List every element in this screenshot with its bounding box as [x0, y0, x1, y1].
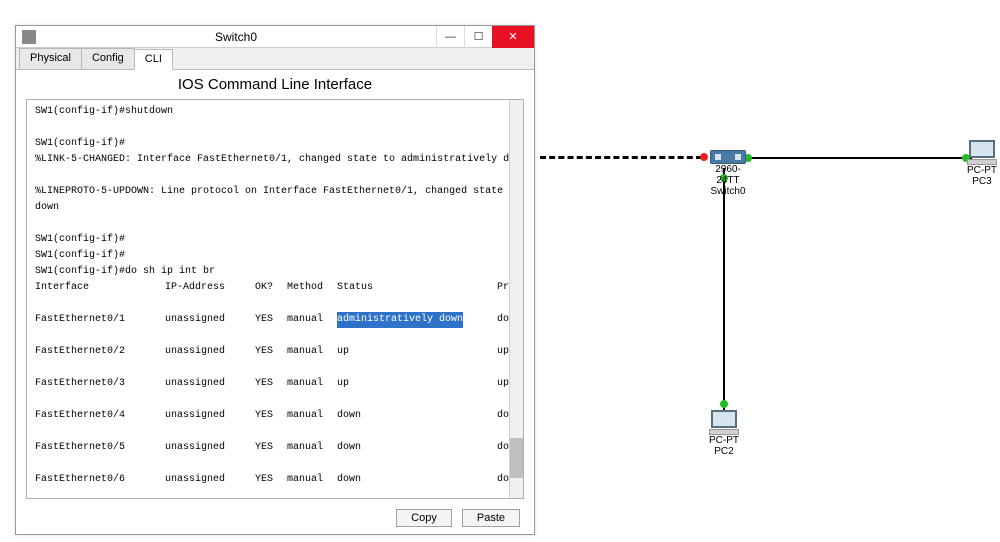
console-line: [35, 424, 501, 440]
console-line: SW1(config-if)#: [35, 248, 501, 264]
device-pc2[interactable]: PC-PT PC2: [707, 410, 741, 457]
terminal-scrollbar[interactable]: [509, 100, 523, 498]
link-status-green: [720, 400, 728, 408]
titlebar[interactable]: Switch0 — ☐ ✕: [16, 26, 534, 48]
interface-row: FastEthernet0/4unassignedYESmanualdowndo…: [35, 408, 501, 424]
cli-terminal[interactable]: SW1(config-if)#shutdown SW1(config-if)#%…: [26, 99, 524, 499]
app-icon: [22, 30, 36, 44]
switch-window: Switch0 — ☐ ✕ Physical Config CLI IOS Co…: [15, 25, 535, 535]
console-line: [35, 216, 501, 232]
console-line: [35, 328, 501, 344]
cli-heading: IOS Command Line Interface: [16, 70, 534, 95]
close-button[interactable]: ✕: [492, 26, 534, 48]
tab-physical[interactable]: Physical: [19, 48, 82, 69]
device-label: PC3: [965, 176, 999, 187]
paste-button[interactable]: Paste: [462, 509, 520, 527]
interface-row: FastEthernet0/2unassignedYESmanualupup: [35, 344, 501, 360]
interface-row: FastEthernet0/1unassignedYESmanualadmini…: [35, 312, 501, 328]
console-line: [35, 456, 501, 472]
link-dashed: [540, 156, 702, 159]
console-line: SW1(config-if)#: [35, 232, 501, 248]
console-line: %LINEPROTO-5-UPDOWN: Line protocol on In…: [35, 184, 501, 200]
copy-button[interactable]: Copy: [396, 509, 452, 527]
topology-canvas[interactable]: 2960-24TT Switch0 PC-PT PC3 PC-PT PC2: [560, 0, 1000, 542]
console-line: [35, 296, 501, 312]
console-line: SW1(config-if)#: [35, 136, 501, 152]
link-switch-pc3: [742, 157, 972, 159]
device-label: Switch0: [705, 186, 751, 197]
console-line: SW1(config-if)#shutdown: [35, 104, 501, 120]
console-line: SW1(config-if)#do sh ip int br: [35, 264, 501, 280]
button-bar: Copy Paste: [16, 503, 534, 527]
scrollbar-thumb[interactable]: [510, 438, 523, 478]
interface-header: InterfaceIP-AddressOK?MethodStatusProtoc…: [35, 280, 501, 296]
console-line: [35, 120, 501, 136]
interface-row: FastEthernet0/5unassignedYESmanualdowndo…: [35, 440, 501, 456]
console-line: [35, 488, 501, 498]
link-switch-pc2: [723, 168, 725, 413]
minimize-button[interactable]: —: [436, 26, 464, 48]
console-line: [35, 360, 501, 376]
window-title: Switch0: [36, 30, 436, 44]
console-line: %LINK-5-CHANGED: Interface FastEthernet0…: [35, 152, 501, 168]
console-line: [35, 168, 501, 184]
tab-cli[interactable]: CLI: [134, 49, 173, 70]
pc-icon: [711, 410, 737, 428]
device-type: PC-PT: [965, 165, 999, 176]
pc-icon: [969, 140, 995, 158]
console-line: down: [35, 200, 501, 216]
tab-config[interactable]: Config: [81, 48, 135, 69]
interface-row: FastEthernet0/3unassignedYESmanualupup: [35, 376, 501, 392]
device-model: 2960-24TT: [705, 164, 751, 186]
device-switch0[interactable]: 2960-24TT Switch0: [705, 150, 751, 197]
switch-icon: [710, 150, 746, 164]
device-label: PC2: [707, 446, 741, 457]
maximize-button[interactable]: ☐: [464, 26, 492, 48]
interface-row: FastEthernet0/6unassignedYESmanualdowndo…: [35, 472, 501, 488]
device-type: PC-PT: [707, 435, 741, 446]
device-pc3[interactable]: PC-PT PC3: [965, 140, 999, 187]
tab-strip: Physical Config CLI: [16, 48, 534, 70]
console-line: [35, 392, 501, 408]
